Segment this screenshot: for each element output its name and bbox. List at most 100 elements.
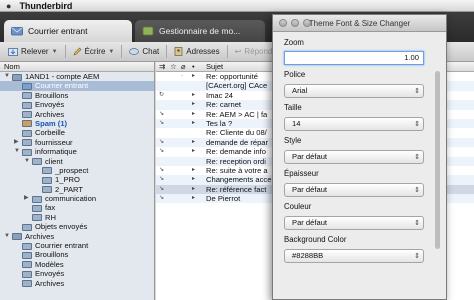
folder-item[interactable]: Courrier entrant xyxy=(0,81,154,91)
folder-label: Brouillons xyxy=(35,90,69,100)
folder-label: 1_PRO xyxy=(55,175,80,185)
folder-label: fax xyxy=(45,203,56,213)
scrollbar-thumb[interactable] xyxy=(435,71,440,249)
couleur-value: Par défaut xyxy=(292,218,328,227)
toolbar-divider xyxy=(166,45,168,58)
message-subject: Re: reception ordi xyxy=(206,156,266,166)
folder-icon xyxy=(12,73,22,81)
folder-item[interactable]: Envoyés xyxy=(0,269,154,278)
folder-item[interactable]: Brouillons xyxy=(0,250,154,259)
folder-column-header[interactable]: Nom xyxy=(0,62,154,72)
folder-item[interactable]: _prospect xyxy=(0,166,154,175)
folder-item[interactable]: Modèles xyxy=(0,260,154,269)
reply-status-icon: ↘ xyxy=(159,119,165,126)
toolbar-divider xyxy=(121,45,123,58)
folder-item[interactable]: Brouillons xyxy=(0,91,154,100)
dialog-titlebar[interactable]: Theme Font & Size Changer xyxy=(273,15,446,32)
dropdown-arrows-icon: ⇕ xyxy=(414,187,420,194)
epaisseur-label: Épaisseur xyxy=(284,169,319,178)
thread-marker-icon: ▸ xyxy=(192,148,196,155)
app-name-menu[interactable]: Thunderbird xyxy=(19,1,72,11)
folder-item[interactable]: Courrier entrant xyxy=(0,241,154,250)
tab-addon-manager[interactable]: Gestionnaire de mo... xyxy=(135,20,265,42)
folder-icon xyxy=(22,111,32,119)
folder-label: Courrier entrant xyxy=(35,241,89,251)
folder-item[interactable]: ▼ informatique xyxy=(0,147,154,156)
folder-icon xyxy=(42,167,52,175)
folder-label: Envoyés xyxy=(35,100,65,110)
style-select[interactable]: Par défaut ⇕ xyxy=(284,150,424,164)
background-color-select[interactable]: #8288BB ⇕ xyxy=(284,249,424,263)
folder-item[interactable]: 2_PART xyxy=(0,185,154,194)
chevron-down-icon[interactable]: ▼ xyxy=(52,49,58,55)
thread-marker-icon: ▸ xyxy=(192,138,196,145)
subject-column-header[interactable]: Sujet xyxy=(206,62,223,72)
pencil-icon xyxy=(72,47,81,56)
tab-inbox[interactable]: Courrier entrant xyxy=(4,20,132,42)
chevron-right-icon[interactable]: ▶ xyxy=(14,138,19,147)
chevron-down-icon[interactable]: ▼ xyxy=(108,49,114,55)
folder-label: Spam (1) xyxy=(35,118,68,128)
theme-font-size-dialog: Theme Font & Size Changer Zoom 1.00 Poli… xyxy=(272,14,447,300)
zoom-button[interactable] xyxy=(303,19,311,27)
folder-item[interactable]: ▶ fournisseur xyxy=(0,138,154,147)
folder-label: client xyxy=(45,156,63,166)
get-mail-button[interactable]: Relever ▼ xyxy=(3,45,63,59)
folder-item[interactable]: Objets envoyés xyxy=(0,222,154,231)
folder-label: Archives xyxy=(35,278,65,288)
epaisseur-select[interactable]: Par défaut ⇕ xyxy=(284,183,424,197)
folder-item[interactable]: fax xyxy=(0,203,154,212)
dialog-scrollbar[interactable] xyxy=(435,61,441,299)
chat-button[interactable]: Chat xyxy=(124,45,164,59)
apple-menu-icon[interactable]: ● xyxy=(6,1,11,11)
reply-status-icon: ↘ xyxy=(159,148,165,155)
folder-item[interactable]: Spam (1) xyxy=(0,119,154,128)
folder-item[interactable]: Archives xyxy=(0,110,154,119)
folder-item[interactable]: Envoyés xyxy=(0,100,154,109)
folder-icon xyxy=(22,261,32,269)
close-button[interactable] xyxy=(279,19,287,27)
address-book-icon xyxy=(174,47,183,56)
taille-select[interactable]: 14 ⇕ xyxy=(284,117,424,131)
thread-marker-icon: ▸ xyxy=(192,185,196,192)
folder-icon xyxy=(32,195,42,203)
background-color-label: Background Color xyxy=(284,235,347,244)
chat-label: Chat xyxy=(142,47,160,56)
chevron-down-icon[interactable]: ▼ xyxy=(14,147,20,156)
folder-label: Brouillons xyxy=(35,250,69,260)
tab-addon-manager-label: Gestionnaire de mo... xyxy=(159,26,241,36)
folder-item[interactable]: ▶ communication xyxy=(0,194,154,203)
write-button[interactable]: Écrire ▼ xyxy=(68,45,120,59)
minimize-button[interactable] xyxy=(291,19,299,27)
style-label: Style xyxy=(284,136,302,145)
chevron-down-icon[interactable]: ▼ xyxy=(4,232,10,241)
couleur-select[interactable]: Par défaut ⇕ xyxy=(284,216,424,230)
message-subject: demande de répar xyxy=(206,137,269,147)
reply-status-icon: ↻ xyxy=(159,91,165,98)
folder-icon xyxy=(22,280,32,288)
folder-item[interactable]: ▼ client xyxy=(0,157,154,166)
folder-item[interactable]: Archives xyxy=(0,279,154,288)
puzzle-icon xyxy=(142,26,154,36)
chevron-right-icon[interactable]: ▶ xyxy=(24,194,29,203)
address-book-button[interactable]: Adresses xyxy=(169,45,224,59)
star-column-icon[interactable]: ☆ xyxy=(170,62,177,72)
thread-column-icon[interactable]: ⇉ xyxy=(159,62,165,72)
dropdown-arrows-icon: ⇕ xyxy=(414,154,420,161)
police-select[interactable]: Arial ⇕ xyxy=(284,84,424,98)
zoom-label: Zoom xyxy=(284,38,304,47)
chevron-down-icon[interactable]: ▼ xyxy=(24,157,30,166)
folder-item[interactable]: ▼ 1AND1 - compte AEM xyxy=(0,72,154,81)
folder-icon xyxy=(22,82,32,90)
attachment-column-icon[interactable]: ⌀ xyxy=(181,62,186,72)
zoom-input[interactable]: 1.00 xyxy=(284,51,424,65)
folder-item[interactable]: 1_PRO xyxy=(0,175,154,184)
folder-item[interactable]: Corbeille xyxy=(0,128,154,137)
dropdown-arrows-icon: ⇕ xyxy=(414,253,420,260)
folder-item[interactable]: RH xyxy=(0,213,154,222)
chevron-down-icon[interactable]: ▼ xyxy=(4,72,10,81)
taille-label: Taille xyxy=(284,103,302,112)
get-mail-label: Relever xyxy=(21,47,49,56)
folder-item[interactable]: ▼ Archives xyxy=(0,232,154,241)
read-column-icon[interactable]: • xyxy=(192,62,195,72)
